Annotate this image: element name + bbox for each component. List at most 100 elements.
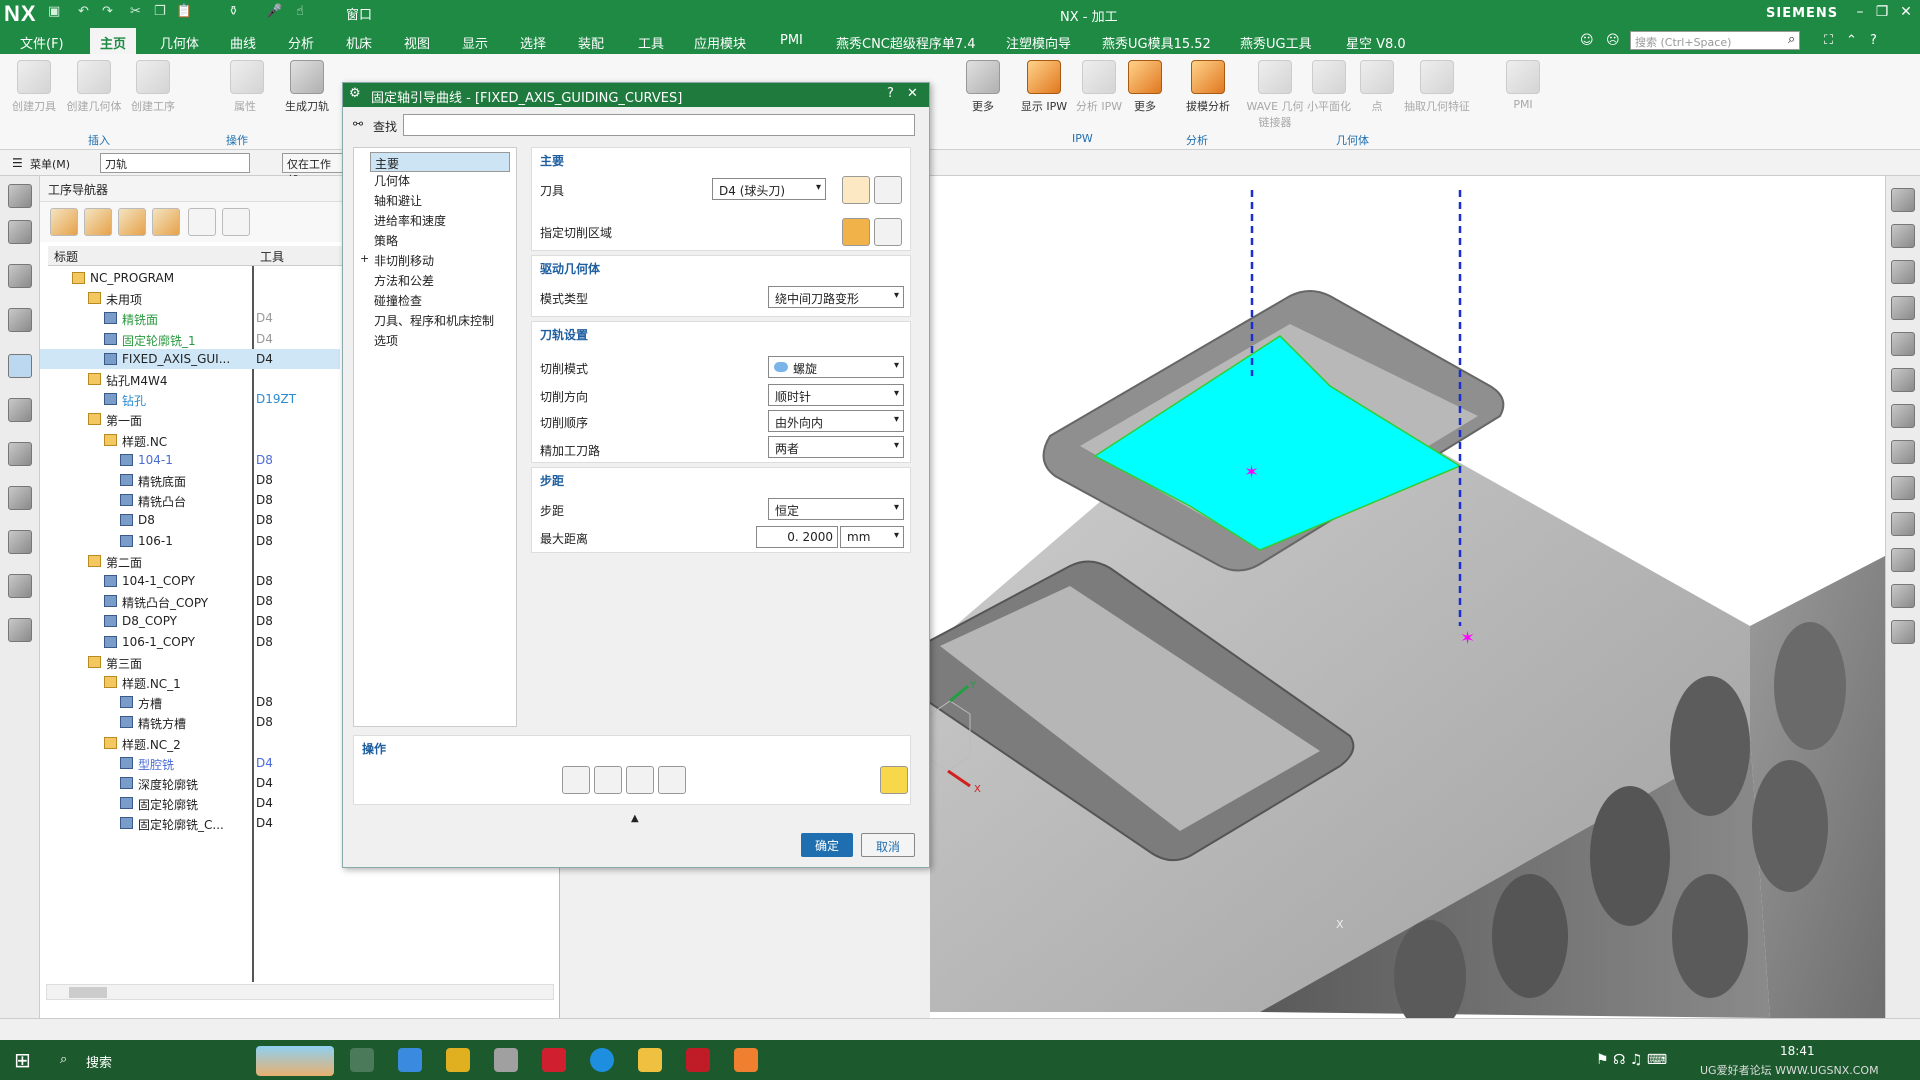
page-strategy[interactable]: 策略 bbox=[374, 232, 398, 249]
verify-button[interactable] bbox=[626, 766, 654, 794]
app-icon-1[interactable] bbox=[398, 1048, 422, 1072]
navigator-row[interactable]: 精铣方槽 D8 bbox=[40, 712, 340, 732]
create-tool-button[interactable]: 创建刀具 bbox=[10, 60, 58, 114]
machine-tool-icon[interactable] bbox=[8, 398, 32, 422]
shade-icon[interactable] bbox=[1891, 368, 1915, 392]
navigator-row[interactable]: 样题.NC_2 bbox=[40, 733, 340, 753]
page-main[interactable]: 主要 bbox=[370, 152, 510, 172]
app-icon-2[interactable] bbox=[446, 1048, 470, 1072]
column-title[interactable]: 标题 bbox=[48, 246, 254, 266]
create-geometry-button[interactable]: 创建几何体 bbox=[64, 60, 124, 114]
assembly-navigator-icon[interactable] bbox=[8, 220, 32, 244]
scope-select[interactable]: 仅在工作部 bbox=[282, 153, 344, 187]
method-view-button[interactable] bbox=[152, 208, 180, 236]
navigator-row[interactable]: 精铣凸台_COPY D8 bbox=[40, 591, 340, 611]
hide-icon[interactable] bbox=[1891, 296, 1915, 320]
smile-icon[interactable]: ☺ bbox=[1580, 33, 1594, 48]
cancel-button[interactable]: 取消 bbox=[861, 833, 915, 857]
microphone-icon[interactable]: 🎤 bbox=[266, 4, 282, 19]
render-style-icon[interactable] bbox=[1891, 224, 1915, 248]
section-drive-header[interactable]: 驱动几何体 bbox=[540, 260, 600, 277]
list-button[interactable] bbox=[658, 766, 686, 794]
snapshot-icon[interactable] bbox=[1891, 584, 1915, 608]
close-dialog-button[interactable]: ✕ bbox=[907, 86, 918, 101]
cut-icon[interactable]: ✂ bbox=[130, 4, 141, 19]
confirm-generate-button[interactable] bbox=[880, 766, 908, 794]
menu-home[interactable]: 主页 bbox=[90, 28, 137, 54]
window-menu[interactable]: 窗口 bbox=[346, 4, 372, 23]
layer-icon[interactable] bbox=[1891, 404, 1915, 428]
collapse-ribbon-icon[interactable]: ⌃ bbox=[1846, 33, 1857, 48]
type-filter-select[interactable]: 刀轨 bbox=[100, 153, 250, 173]
app-icon-3[interactable] bbox=[494, 1048, 518, 1072]
navigator-row[interactable]: 104-1_COPY D8 bbox=[40, 571, 340, 591]
autocad-icon[interactable] bbox=[542, 1048, 566, 1072]
generate-button[interactable] bbox=[562, 766, 590, 794]
hole-1[interactable] bbox=[1670, 676, 1750, 816]
close-window-icon[interactable]: ✕ bbox=[1894, 4, 1918, 20]
operation-navigator-icon[interactable] bbox=[8, 354, 32, 378]
navigator-row[interactable]: 钻孔M4W4 bbox=[40, 369, 340, 389]
menu-yanxiu-mold[interactable]: 燕秀UG模具15.52 bbox=[1102, 33, 1211, 52]
specify-cut-area-button[interactable] bbox=[842, 218, 870, 246]
measure-icon[interactable] bbox=[1891, 476, 1915, 500]
navigator-row[interactable]: 第三面 bbox=[40, 652, 340, 672]
navigator-row[interactable]: 方槽 D8 bbox=[40, 692, 340, 712]
restore-icon[interactable]: ❐ bbox=[1870, 4, 1894, 20]
section-path-header[interactable]: 刀轨设置 bbox=[540, 326, 588, 343]
program-view-button[interactable] bbox=[50, 208, 78, 236]
clip-icon[interactable] bbox=[1891, 332, 1915, 356]
snap-point-icon[interactable] bbox=[1891, 620, 1915, 644]
hamburger-icon[interactable]: ☰ bbox=[12, 156, 23, 170]
navigator-row[interactable]: 精铣凸台 D8 bbox=[40, 490, 340, 510]
point-button[interactable]: 点 bbox=[1360, 60, 1394, 114]
menu-curve[interactable]: 曲线 bbox=[230, 33, 256, 52]
hole-2[interactable] bbox=[1774, 622, 1846, 750]
navigator-row[interactable]: 106-1_COPY D8 bbox=[40, 632, 340, 652]
stepover-select[interactable]: 恒定 bbox=[768, 498, 904, 520]
menu-mold-wizard[interactable]: 注塑模向导 bbox=[1006, 33, 1071, 52]
machine-view-button[interactable] bbox=[84, 208, 112, 236]
ok-button[interactable]: 确定 bbox=[801, 833, 853, 857]
menu-tools[interactable]: 工具 bbox=[638, 33, 664, 52]
hole-7[interactable] bbox=[1672, 874, 1748, 998]
navigator-row[interactable]: 样题.NC bbox=[40, 430, 340, 450]
menu-analysis[interactable]: 分析 bbox=[288, 33, 314, 52]
undo-icon[interactable]: ↶ bbox=[78, 4, 89, 19]
cut-order-select[interactable]: 由外向内 bbox=[768, 410, 904, 432]
help-icon[interactable]: ? bbox=[1870, 33, 1877, 48]
navigator-row[interactable]: 固定轮廓铣 D4 bbox=[40, 793, 340, 813]
windows-start-icon[interactable]: ⊞ bbox=[14, 1048, 31, 1072]
page-non-cutting[interactable]: 非切削移动 bbox=[374, 252, 434, 269]
paste-icon[interactable]: 📋 bbox=[176, 4, 192, 19]
page-feeds[interactable]: 进给率和速度 bbox=[374, 212, 446, 229]
visibility-icon[interactable] bbox=[1891, 440, 1915, 464]
navigator-row[interactable]: 106-1 D8 bbox=[40, 531, 340, 551]
navigator-row[interactable]: 第一面 bbox=[40, 409, 340, 429]
analyze-ipw-button[interactable]: 分析 IPW bbox=[1074, 60, 1124, 114]
page-axis[interactable]: 轴和避让 bbox=[374, 192, 422, 209]
help-button[interactable]: ? bbox=[887, 86, 894, 101]
save-icon[interactable]: ▣ bbox=[48, 4, 60, 19]
web-browser-icon[interactable] bbox=[8, 530, 32, 554]
section-main-header[interactable]: 主要 bbox=[540, 152, 564, 169]
taskbar-search-label[interactable]: 搜索 bbox=[86, 1052, 112, 1071]
hole-3[interactable] bbox=[1590, 786, 1670, 926]
add-view-button[interactable] bbox=[188, 208, 216, 236]
navigator-row[interactable]: D8_COPY D8 bbox=[40, 611, 340, 631]
cut-direction-select[interactable]: 顺时针 bbox=[768, 384, 904, 406]
fullscreen-icon[interactable]: ⛶ bbox=[1824, 33, 1833, 48]
clock-icon[interactable] bbox=[8, 574, 32, 598]
more-ipw-button[interactable]: 更多 bbox=[1124, 60, 1166, 114]
navigator-row[interactable]: 精铣底面 D8 bbox=[40, 470, 340, 490]
orient-view-icon[interactable] bbox=[1891, 188, 1915, 212]
show-ipw-button[interactable]: 显示 IPW bbox=[1016, 60, 1072, 114]
find-input[interactable] bbox=[403, 114, 915, 136]
navigator-row[interactable]: 固定轮廓铣_1 D4 bbox=[40, 329, 340, 349]
display-cut-area-button[interactable] bbox=[874, 218, 902, 246]
navigator-row[interactable]: D8 D8 bbox=[40, 510, 340, 530]
menu-dropdown[interactable]: 菜单(M) bbox=[30, 156, 70, 172]
collapse-arrow-icon[interactable]: ▲ bbox=[631, 813, 639, 824]
history-icon[interactable] bbox=[8, 486, 32, 510]
page-tool-control[interactable]: 刀具、程序和机床控制 bbox=[374, 312, 494, 329]
